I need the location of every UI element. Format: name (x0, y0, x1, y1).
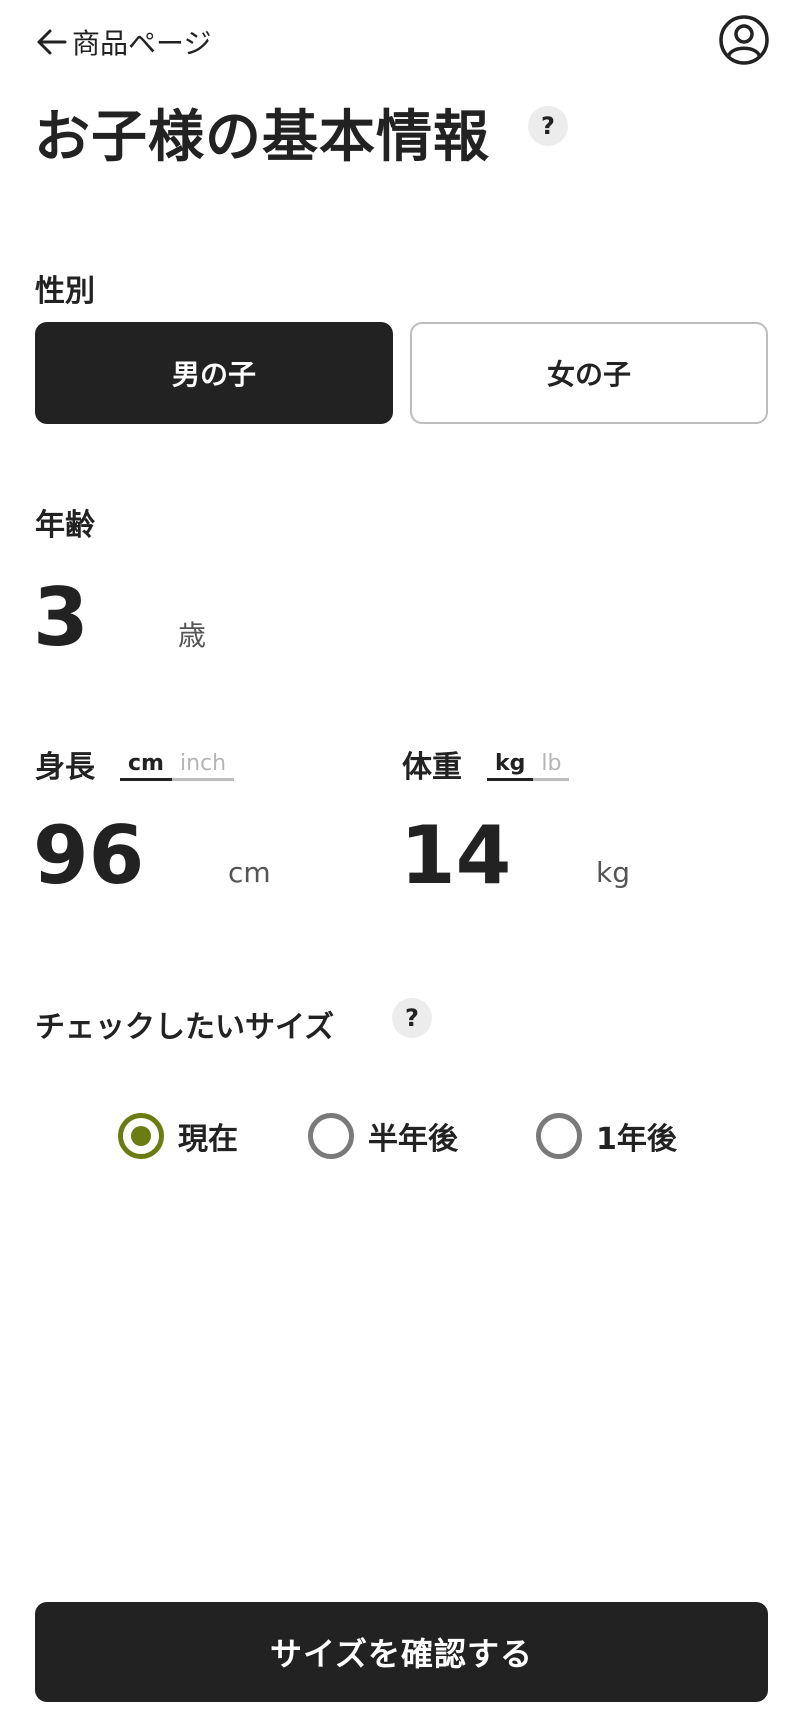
weight-label: 体重 (402, 750, 462, 785)
arrow-left-icon (37, 29, 67, 55)
weight-unit: kg (596, 856, 630, 889)
confirm-size-label: サイズを確認する (269, 1635, 534, 1673)
question-icon: ? (541, 112, 555, 140)
age-value[interactable]: 3 (33, 578, 89, 658)
radio-now-label: 現在 (178, 1122, 238, 1157)
radio-half-year-label: 半年後 (368, 1122, 458, 1157)
radio-one-year[interactable]: 1年後 (536, 1113, 677, 1159)
account-button[interactable] (718, 14, 770, 66)
question-icon: ? (405, 1004, 419, 1032)
weight-unit-kg[interactable]: kg (487, 751, 534, 781)
gender-boy-label: 男の子 (171, 358, 256, 391)
age-unit: 歳 (178, 619, 207, 652)
height-label: 身長 (35, 750, 95, 785)
radio-half-year-circle[interactable] (308, 1113, 354, 1159)
height-unit-cm[interactable]: cm (120, 751, 172, 781)
gender-girl-button[interactable]: 女の子 (410, 322, 768, 424)
gender-label: 性別 (35, 274, 95, 309)
radio-now[interactable]: 現在 (118, 1113, 238, 1159)
size-check-radio-group-2: 半年後 (308, 1108, 458, 1164)
height-unit-inch[interactable]: inch (172, 751, 234, 778)
weight-value[interactable]: 14 (400, 816, 511, 896)
radio-now-circle[interactable] (118, 1113, 164, 1159)
height-value[interactable]: 96 (33, 816, 144, 896)
page-title: お子様の基本情報 (34, 105, 490, 170)
size-check-radio-group: 現在 (118, 1108, 238, 1164)
gender-girl-label: 女の子 (546, 358, 631, 391)
weight-unit-toggle: kg lb (487, 744, 570, 781)
size-check-help-button[interactable]: ? (392, 998, 432, 1038)
title-help-button[interactable]: ? (528, 106, 568, 146)
gender-boy-button[interactable]: 男の子 (35, 322, 393, 424)
confirm-size-button[interactable]: サイズを確認する (35, 1602, 768, 1702)
size-check-radio-group-3: 1年後 (536, 1108, 677, 1164)
age-label: 年齢 (35, 508, 95, 543)
size-check-label: チェックしたいサイズ (35, 1010, 335, 1045)
height-unit-toggle: cm inch (120, 744, 235, 781)
weight-unit-lb[interactable]: lb (533, 751, 569, 778)
back-link-label: 商品ページ (72, 27, 212, 60)
height-unit: cm (228, 856, 271, 889)
radio-half-year[interactable]: 半年後 (308, 1113, 458, 1159)
back-link[interactable]: 商品ページ (34, 22, 211, 62)
radio-one-year-label: 1年後 (596, 1122, 677, 1157)
radio-one-year-circle[interactable] (536, 1113, 582, 1159)
user-circle-icon (719, 15, 769, 65)
